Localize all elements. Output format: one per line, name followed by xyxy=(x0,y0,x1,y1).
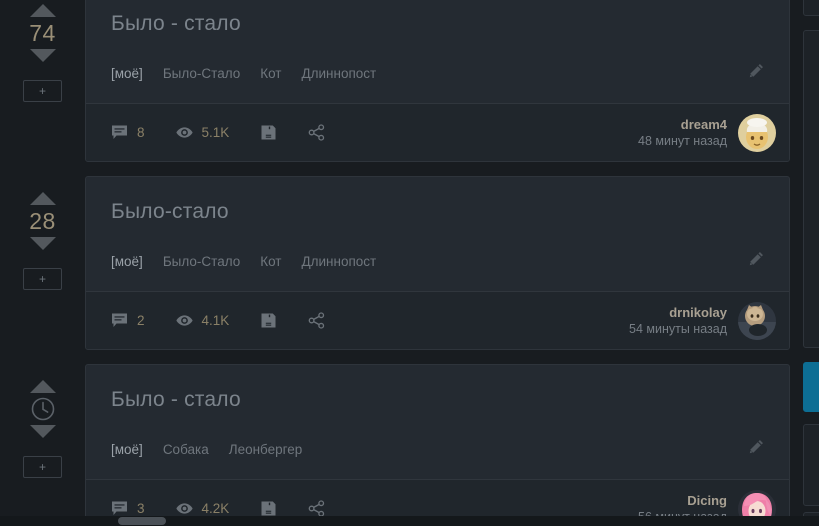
post-tags: [моё] Было-Стало Кот Длиннопост xyxy=(111,254,749,269)
author-name[interactable]: drnikolay xyxy=(629,305,727,321)
post-timestamp: 48 минут назад xyxy=(638,133,727,148)
views-count: 5.1K xyxy=(201,125,230,140)
post-tag[interactable]: Длиннопост xyxy=(302,66,377,81)
add-to-plus-button[interactable]: + xyxy=(23,268,62,290)
horizontal-scrollbar[interactable] xyxy=(0,516,819,526)
post-tags: [моё] Собака Леонбергер xyxy=(111,442,749,457)
pencil-edit-icon[interactable] xyxy=(749,63,764,83)
downvote-arrow-icon[interactable] xyxy=(29,237,56,250)
post-tag[interactable]: Кот xyxy=(260,254,281,269)
post-tag[interactable]: Собака xyxy=(163,442,209,457)
author-meta: dream4 48 минут назад xyxy=(638,117,727,149)
share-icon[interactable] xyxy=(308,124,356,141)
share-icon[interactable] xyxy=(308,500,356,517)
post-card-body: Было-стало [моё] Было-Стало Кот Длиннопост xyxy=(86,177,789,291)
post-row: + Было - стало [моё] Собака Леонбергер 3 xyxy=(0,364,819,526)
post-card: Было - стало [моё] Собака Леонбергер 3 4.2… xyxy=(85,364,790,526)
views-stat: 4.2K xyxy=(175,500,230,517)
post-card: Было-стало [моё] Было-Стало Кот Длиннопост … xyxy=(85,176,790,350)
comments-count: 8 xyxy=(137,125,145,140)
comments-count: 3 xyxy=(137,501,145,516)
post-title[interactable]: Было-стало xyxy=(111,199,764,225)
author-name[interactable]: dream4 xyxy=(638,117,727,133)
post-card: Было - стало [моё] Было-Стало Кот Длиннопос… xyxy=(85,0,790,162)
views-stat: 5.1K xyxy=(175,124,230,141)
horizontal-scrollbar-thumb[interactable] xyxy=(118,517,166,525)
post-stats: 8 5.1K xyxy=(111,124,638,141)
post-card-footer: 2 4.1K drnikolay 54 минуты назад xyxy=(86,291,789,349)
post-tag[interactable]: Леонбергер xyxy=(229,442,303,457)
upvote-arrow-icon[interactable] xyxy=(29,4,56,17)
post-tags-row: [моё] Собака Леонбергер xyxy=(111,439,764,479)
floppy-save-icon[interactable] xyxy=(260,500,308,517)
post-stats: 2 4.1K xyxy=(111,312,629,329)
post-tag[interactable]: [моё] xyxy=(111,442,143,457)
eye-icon xyxy=(175,500,193,517)
pencil-edit-icon[interactable] xyxy=(749,439,764,459)
add-to-plus-button[interactable]: + xyxy=(23,80,62,102)
comments-count: 2 xyxy=(137,313,145,328)
post-stats: 3 4.2K xyxy=(111,500,638,517)
post-card-body: Было - стало [моё] Было-Стало Кот Длиннопос… xyxy=(86,0,789,103)
post-rating-value: 74 xyxy=(29,20,56,46)
post-tag[interactable]: Длиннопост xyxy=(302,254,377,269)
eye-icon xyxy=(175,124,193,141)
post-author: drnikolay 54 минуты назад xyxy=(629,301,776,340)
floppy-save-icon[interactable] xyxy=(260,124,308,141)
views-stat: 4.1K xyxy=(175,312,230,329)
eye-icon xyxy=(175,312,193,329)
views-count: 4.2K xyxy=(201,501,230,516)
post-card-body: Было - стало [моё] Собака Леонбергер xyxy=(86,365,789,479)
floppy-save-icon[interactable] xyxy=(260,312,308,329)
avatar[interactable] xyxy=(738,301,776,340)
comments-stat[interactable]: 3 xyxy=(111,500,145,517)
comment-icon xyxy=(111,312,128,329)
post-tags-row: [моё] Было-Стало Кот Длиннопост xyxy=(111,251,764,291)
post-rating-control: 28 + xyxy=(0,176,85,290)
post-author: dream4 48 минут назад xyxy=(638,113,776,152)
post-tags: [моё] Было-Стало Кот Длиннопост xyxy=(111,66,749,81)
pending-clock-icon xyxy=(30,396,56,422)
author-meta: drnikolay 54 минуты назад xyxy=(629,305,727,337)
post-card-footer: 8 5.1K dream4 48 минут назад xyxy=(86,103,789,161)
post-tag[interactable]: Кот xyxy=(260,66,281,81)
post-title[interactable]: Было - стало xyxy=(111,11,764,37)
downvote-arrow-icon[interactable] xyxy=(29,49,56,62)
post-tag[interactable]: [моё] xyxy=(111,66,143,81)
downvote-arrow-icon[interactable] xyxy=(29,425,56,438)
feed-viewport: 74 + Было - стало [моё] Было-Стало Кот Длин… xyxy=(0,0,819,526)
post-timestamp: 54 минуты назад xyxy=(629,321,727,336)
comment-icon xyxy=(111,124,128,141)
views-count: 4.1K xyxy=(201,313,230,328)
post-tag[interactable]: Было-Стало xyxy=(163,66,240,81)
post-tag[interactable]: [моё] xyxy=(111,254,143,269)
avatar[interactable] xyxy=(738,113,776,152)
post-title[interactable]: Было - стало xyxy=(111,387,764,413)
upvote-arrow-icon[interactable] xyxy=(29,380,56,393)
post-row: 74 + Было - стало [моё] Было-Стало Кот Длин… xyxy=(0,0,819,162)
post-tag[interactable]: Было-Стало xyxy=(163,254,240,269)
upvote-arrow-icon[interactable] xyxy=(29,192,56,205)
post-rating-value: 28 xyxy=(29,208,56,234)
post-rating-control: + xyxy=(0,364,85,478)
share-icon[interactable] xyxy=(308,312,356,329)
comments-stat[interactable]: 8 xyxy=(111,124,145,141)
post-tags-row: [моё] Было-Стало Кот Длиннопост xyxy=(111,63,764,103)
author-name[interactable]: Dicing xyxy=(638,493,727,509)
comments-stat[interactable]: 2 xyxy=(111,312,145,329)
post-row: 28 + Было-стало [моё] Было-Стало Кот Длинно… xyxy=(0,176,819,350)
pencil-edit-icon[interactable] xyxy=(749,251,764,271)
post-rating-control: 74 + xyxy=(0,0,85,102)
comment-icon xyxy=(111,500,128,517)
add-to-plus-button[interactable]: + xyxy=(23,456,62,478)
post-feed: 74 + Было - стало [моё] Было-Стало Кот Длин… xyxy=(0,0,819,526)
